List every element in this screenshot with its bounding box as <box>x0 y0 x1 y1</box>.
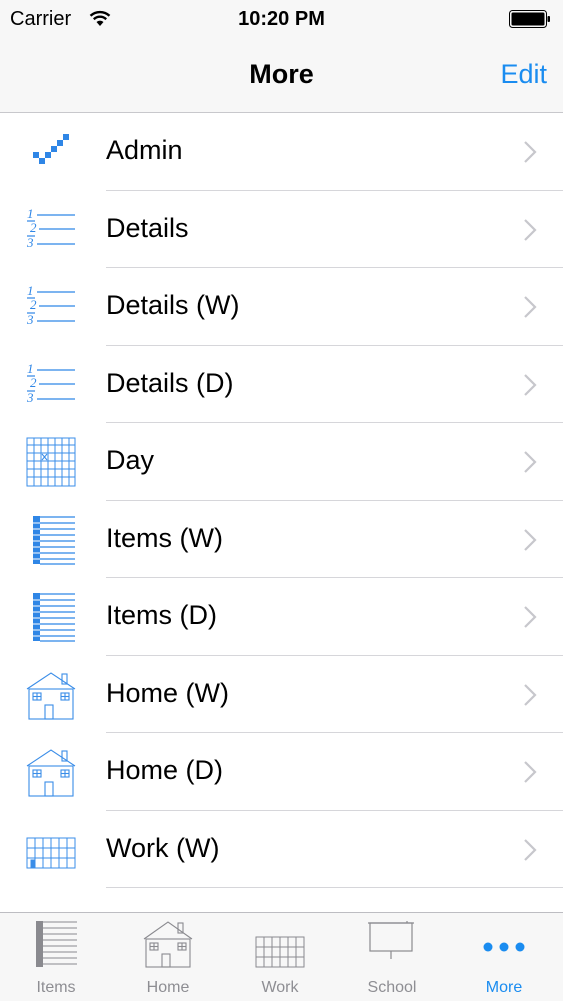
chevron-right-icon <box>524 606 537 628</box>
list-item-details-d[interactable]: 123 Details (D) <box>0 346 563 423</box>
chevron-right-icon <box>524 528 537 551</box>
page-title: More <box>249 59 314 89</box>
board-icon <box>368 921 414 959</box>
list-item-details[interactable]: 123 Details <box>0 191 563 268</box>
svg-text:2: 2 <box>30 220 37 235</box>
svg-text:3: 3 <box>26 312 34 327</box>
tab-bar: Items Home Work School More <box>0 912 563 1001</box>
chevron-right-icon <box>524 296 537 318</box>
tab-label: Home <box>146 979 190 996</box>
list-item-admin[interactable]: Admin <box>0 113 563 191</box>
list-item-label: Home (D) <box>106 755 224 785</box>
list-item-label: Day <box>106 445 155 475</box>
list-icon <box>36 921 77 967</box>
building-icon <box>255 936 305 968</box>
tab-work[interactable]: Work <box>224 913 336 1001</box>
svg-text:1: 1 <box>27 206 34 221</box>
more-list: Admin 123 Details 123 Details (W) 1 2 3 … <box>0 113 563 888</box>
tab-items[interactable]: Items <box>0 913 112 1001</box>
chevron-right-icon <box>524 451 537 473</box>
chevron-right-icon <box>524 218 537 241</box>
tab-more[interactable]: More <box>448 913 560 1001</box>
svg-text:2: 2 <box>30 297 37 312</box>
building-icon <box>26 837 76 868</box>
chevron-right-icon <box>524 683 537 706</box>
tab-label: School <box>367 979 417 996</box>
numbered-list-icon: 123 <box>26 283 75 327</box>
status-time: 10:20 PM <box>238 8 325 30</box>
tab-home[interactable]: Home <box>112 913 224 1001</box>
list-item-label: Home (W) <box>106 677 229 708</box>
house-icon <box>26 749 76 797</box>
battery-icon <box>509 10 550 28</box>
chevron-right-icon <box>524 761 537 783</box>
list-item-items-w[interactable]: Items (W) <box>0 501 563 578</box>
list-item-home-d[interactable]: Home (D) <box>0 733 563 811</box>
list-item-day[interactable]: Day <box>0 423 563 501</box>
list-item-label: Details <box>106 212 189 243</box>
tab-label: Work <box>261 979 299 996</box>
list-item-details-w[interactable]: 123 Details (W) <box>0 268 563 346</box>
list-item-label: Items (D) <box>106 600 217 630</box>
grid-icon <box>26 437 76 487</box>
list-item-label: Details (W) <box>106 290 240 320</box>
list-icon <box>33 515 75 565</box>
chevron-right-icon <box>524 373 537 396</box>
numbered-list-icon: 123 <box>26 206 75 250</box>
row-separator <box>106 887 563 888</box>
list-item-label: Admin <box>106 135 183 165</box>
edit-button[interactable]: Edit <box>500 59 547 90</box>
list-item-label: Details (D) <box>106 367 234 398</box>
numbered-list-icon: 123 <box>26 361 75 405</box>
list-item-label: Work (W) <box>106 832 220 863</box>
list-item-work-w[interactable]: Work (W) <box>0 811 563 888</box>
list-icon <box>33 593 75 642</box>
tab-school[interactable]: School <box>336 913 448 1001</box>
list-item-items-d[interactable]: Items (D) <box>0 578 563 656</box>
svg-text:3: 3 <box>26 235 34 250</box>
checkmark-icon <box>33 134 69 164</box>
house-icon <box>26 671 76 720</box>
more-dots-icon <box>483 942 525 952</box>
chevron-right-icon <box>524 838 537 861</box>
chevron-right-icon <box>524 141 537 163</box>
tab-label: Items <box>36 979 76 996</box>
svg-text:2: 2 <box>30 375 37 390</box>
tab-label: More <box>485 979 523 996</box>
list-item-home-w[interactable]: Home (W) <box>0 656 563 733</box>
status-bar: Carrier 10:20 PM <box>0 0 563 40</box>
svg-text:1: 1 <box>27 283 34 298</box>
svg-text:1: 1 <box>27 361 34 376</box>
svg-text:3: 3 <box>26 390 34 405</box>
house-icon <box>143 921 193 968</box>
list-item-label: Items (W) <box>106 522 223 553</box>
navigation-bar: More Edit <box>0 40 563 113</box>
